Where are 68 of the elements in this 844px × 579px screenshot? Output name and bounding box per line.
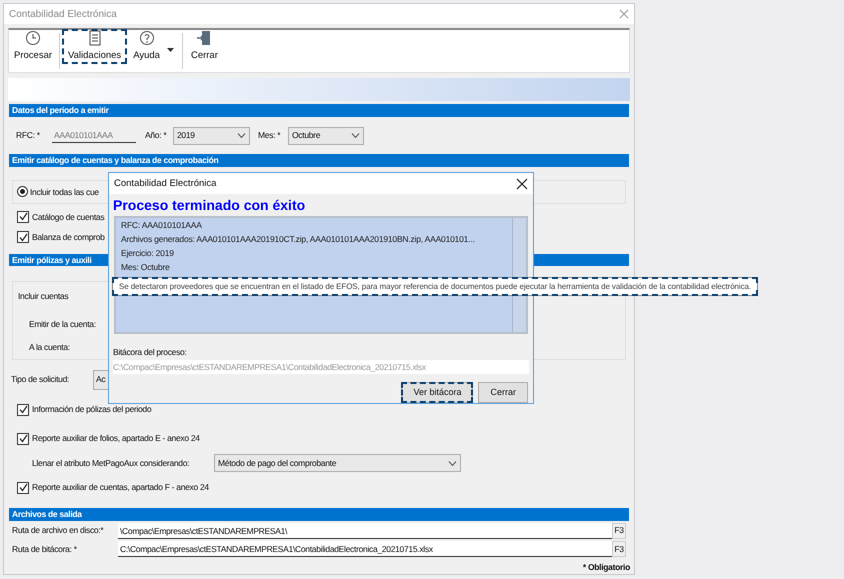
f3-button[interactable]: F3 [612,522,626,539]
dialog-title: Contabilidad Electrónica [114,176,216,191]
field-label: RFC: * [16,129,41,142]
checkbox[interactable] [17,210,29,223]
toolbar-button[interactable]: Ayuda [128,30,165,64]
help-icon [138,30,155,46]
option-label: Reporte auxiliar de folios, apartado E - anexo 24 [32,432,200,446]
checkbox[interactable] [17,432,29,445]
result-line: RFC: AAA010101AAA [121,218,202,232]
option-label: Balanza de comprob [32,231,105,244]
checkbox[interactable] [17,482,29,494]
group-label: Incluir cuentas [18,290,68,304]
field-label: Tipo de solicitud: [11,373,70,386]
result-line: Ejercicio: 2019 [121,246,174,260]
section-title: Datos del periodo a emitir [12,104,109,118]
toolbar-button[interactable]: Cerrar [186,30,223,64]
field-label: Ruta de bitácora: * [12,543,77,556]
window-title: Contabilidad Electrónica [9,8,117,22]
check-icon [18,483,28,492]
field-label: A la cuenta: [29,341,70,354]
check-icon [18,212,28,222]
section-title: Emitir pólizas y auxili [12,254,92,266]
chevron-down-icon [351,133,360,138]
clock-icon [25,30,41,46]
section-title: Emitir catálogo de cuentas y balanza de comprobación [12,154,218,168]
toolbar-button[interactable]: Validaciones [63,30,126,64]
dropdown[interactable]: 2019 [173,126,250,145]
section-title: Archivos de salida [12,508,82,522]
dialog-button[interactable]: Ver bitácora [401,382,474,404]
result-line: Archivos generados: AAA010101AAA201910CT.zip, AAA010101AAA201910BN.zip, AAA010101... [121,232,475,246]
field-label: Llenar el atributo MetPagoAux considerando: [32,456,190,470]
path-field[interactable]: \Compac\Empresas\ctESTANDAREMPRESA1\ [118,522,612,539]
option-label: Reporte auxiliar de cuentas, apartado F - anexo 24 [32,481,209,494]
close-icon [619,9,629,19]
dropdown-value: Método de pago del comprobante [218,456,336,470]
dropdown[interactable]: Octubre [288,126,364,145]
door-icon [196,30,212,46]
dropdown-value: Octubre [292,129,320,142]
dropdown-value: 2019 [177,129,195,142]
dialog-heading: Proceso terminado con éxito [113,196,306,215]
rfc-field[interactable]: AAA010101AAA [52,128,136,143]
chevron-down-icon [237,133,246,138]
document-icon [86,30,103,46]
field-label: Ruta de archivo en disco:* [12,524,104,538]
close-icon [516,178,528,190]
tooltip: Se detectaron proveedores que se encuentran en el listado de EFOS, para mayor referencia de documentos puede ejecutar la herramienta de validación de la contabilidad electrónica. [112,277,758,296]
checkbox[interactable] [17,404,29,416]
dropdown[interactable]: Ac [93,370,109,390]
dialog-button[interactable]: Cerrar [478,382,528,404]
option-label: Incluir todas las cue [30,186,99,198]
chevron-down-icon [448,460,457,466]
checkbox[interactable] [17,231,29,244]
log-label: Bitácora del proceso: [113,346,187,360]
dropdown[interactable]: Método de pago del comprobante [214,454,461,472]
field-label: Año: * [145,129,168,142]
check-icon [18,232,28,242]
field-label: Mes: * [258,129,282,142]
path-field[interactable]: C:\Compac\Empresas\ctESTANDAREMPRESA1\ContabilidadElectronica_20210715.xlsx [118,541,612,558]
option-label: Información de pólizas del periodo [32,403,152,416]
radio-button[interactable] [17,186,28,198]
toolbar-button[interactable]: Procesar [9,30,58,64]
f3-button[interactable]: F3 [612,541,626,558]
result-line: Mes: Octubre [121,260,170,274]
option-label: Catálogo de cuentas [32,210,104,224]
field-label: Emitir de la cuenta: [29,318,96,332]
required-note: * Obligatorio [582,561,630,574]
check-icon [18,434,28,444]
check-icon [18,405,28,414]
